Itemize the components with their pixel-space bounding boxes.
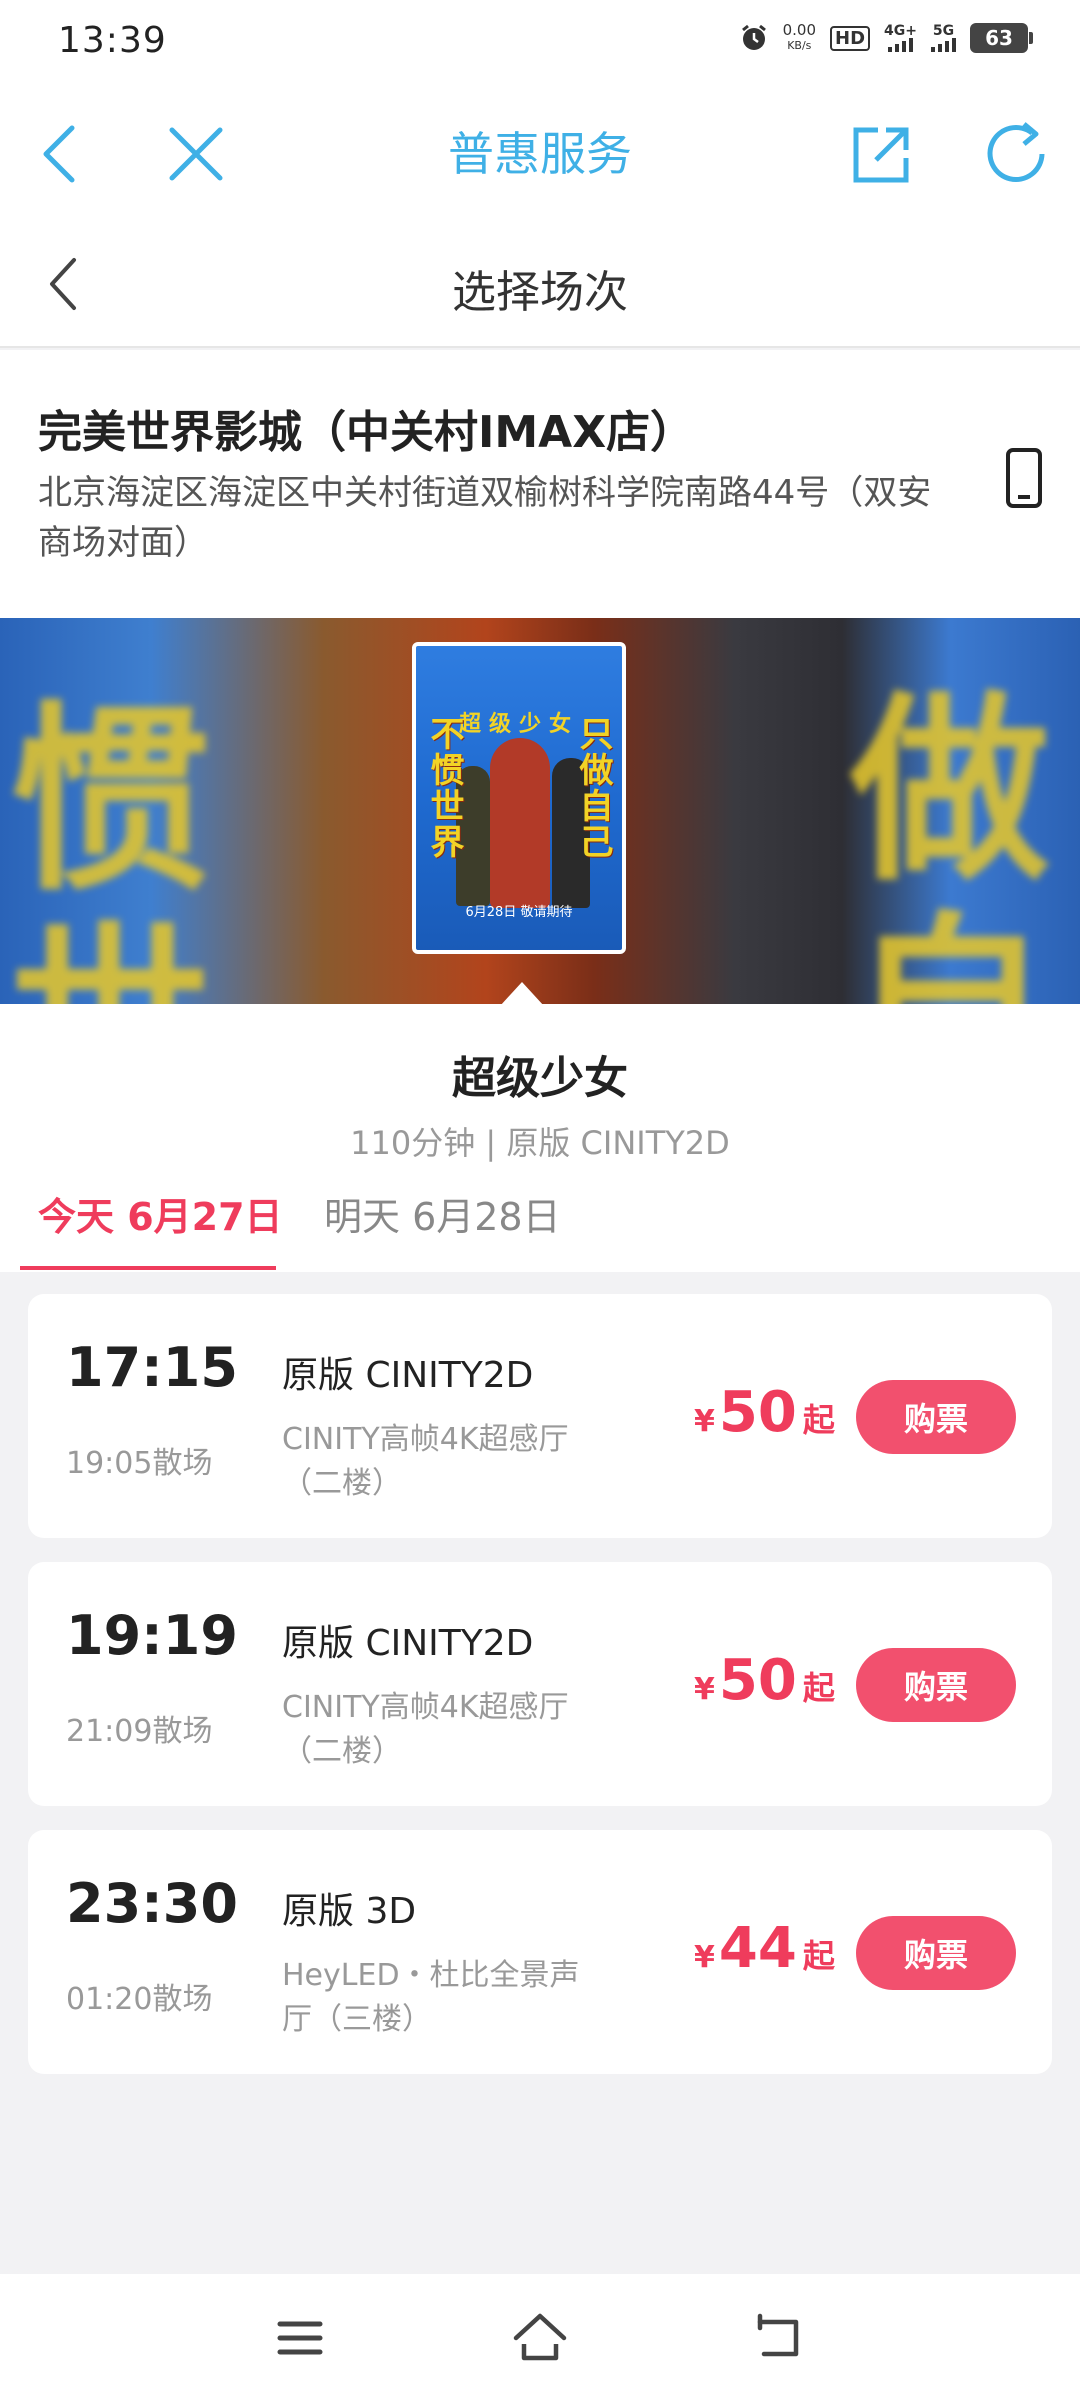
- cinema-name: 完美世界影城（中关村IMAX店）: [38, 407, 695, 458]
- price-value: 50: [718, 1380, 797, 1445]
- movie-banner: 惯 世 做 自 超级少女 不惯世界 只做自己 6月28日 敬请期待: [0, 618, 1080, 1004]
- showtime-card[interactable]: 19:19 21:09散场 原版 CINITY2D CINITY高帧4K超感厅（…: [28, 1562, 1052, 1806]
- phone-icon[interactable]: [1002, 446, 1046, 510]
- buy-ticket-button[interactable]: 购票: [856, 1916, 1016, 1990]
- sub-header: 选择场次: [0, 220, 1080, 348]
- status-icons: 0.00 KB/s HD 4G+ 5G 63: [739, 22, 1033, 54]
- poster-right-text: 只做自己: [573, 716, 613, 860]
- showtime-version: 原版 CINITY2D: [282, 1623, 534, 1664]
- tab-today[interactable]: 今天 6月27日: [38, 1186, 283, 1241]
- battery-icon: 63: [970, 23, 1033, 53]
- showtime-version: 原版 CINITY2D: [282, 1355, 534, 1396]
- showtime-start: 19:19: [66, 1604, 238, 1667]
- movie-info: 超级少女 110分钟 | 原版 CINITY2D 今天 6月27日 明天 6月2…: [0, 1004, 1080, 1272]
- hd-badge: HD: [830, 25, 871, 51]
- share-icon[interactable]: [842, 114, 922, 194]
- net-speed-value: 0.00: [782, 21, 817, 39]
- showtime-end: 19:05散场: [66, 1446, 213, 1481]
- banner-bg-right-2: 自: [850, 848, 1050, 1004]
- showtime-hall: CINITY高帧4K超感厅（二楼）: [282, 1422, 569, 1501]
- net-speed: 0.00 KB/s: [783, 22, 816, 54]
- network-5g-label: 5G: [932, 23, 955, 39]
- showtime-end: 01:20散场: [66, 1982, 213, 2017]
- page-title: 选择场次: [452, 267, 628, 318]
- return-icon[interactable]: [750, 2308, 810, 2368]
- home-icon[interactable]: [510, 2308, 570, 2368]
- movie-poster[interactable]: 超级少女 不惯世界 只做自己 6月28日 敬请期待: [412, 642, 626, 954]
- poster-left-text: 不惯世界: [424, 716, 464, 860]
- showtime-start: 23:30: [66, 1872, 238, 1935]
- status-time: 13:39: [58, 20, 167, 61]
- showtime-start: 17:15: [66, 1336, 238, 1399]
- poster-date: 6月28日 敬请期待: [465, 905, 573, 920]
- buy-ticket-button[interactable]: 购票: [856, 1648, 1016, 1722]
- banner-bg-left-2: 世: [10, 858, 210, 1004]
- showtime-hall: HeyLED・杜比全景声厅（三楼）: [282, 1958, 580, 2037]
- menu-icon[interactable]: [270, 2308, 330, 2368]
- cinema-info: 完美世界影城（中关村IMAX店） 北京海淀区海淀区中关村街道双榆树科学院南路44…: [0, 350, 1080, 618]
- system-nav-bar: [0, 2274, 1080, 2400]
- signal-4g: 4G+: [884, 24, 917, 52]
- tab-underline: [20, 1266, 276, 1270]
- poster-figure: [490, 738, 550, 908]
- signal-bars-icon: [888, 38, 914, 52]
- net-speed-unit: KB/s: [787, 39, 812, 52]
- buy-ticket-button[interactable]: 购票: [856, 1380, 1016, 1454]
- status-bar: 13:39 0.00 KB/s HD 4G+ 5G 63: [0, 0, 1080, 84]
- price-suffix: 起: [802, 1669, 835, 1707]
- showtime-list: 17:15 19:05散场 原版 CINITY2D CINITY高帧4K超感厅（…: [28, 1294, 1052, 2098]
- poster-pointer: [500, 982, 544, 1004]
- movie-meta: 110分钟 | 原版 CINITY2D: [350, 1124, 730, 1162]
- cinema-address: 北京海淀区海淀区中关村街道双榆树科学院南路44号（双安商场对面）: [38, 473, 932, 563]
- refresh-icon[interactable]: [976, 114, 1056, 194]
- price-suffix: 起: [802, 1937, 835, 1975]
- showtime-hall: CINITY高帧4K超感厅（二楼）: [282, 1690, 569, 1769]
- tab-tomorrow[interactable]: 明天 6月28日: [324, 1186, 561, 1241]
- showtime-price: ¥ 44 起: [694, 1916, 835, 1981]
- showtime-end: 21:09散场: [66, 1714, 213, 1749]
- nav-bar: 普惠服务: [0, 84, 1080, 220]
- currency-symbol: ¥: [694, 1672, 715, 1707]
- price-value: 50: [718, 1648, 797, 1713]
- currency-symbol: ¥: [694, 1404, 715, 1439]
- price-value: 44: [718, 1916, 797, 1981]
- signal-5g: 5G: [931, 24, 956, 52]
- showtime-card[interactable]: 23:30 01:20散场 原版 3D HeyLED・杜比全景声厅（三楼） ¥ …: [28, 1830, 1052, 2074]
- showtime-price: ¥ 50 起: [694, 1648, 835, 1713]
- page: 13:39 0.00 KB/s HD 4G+ 5G 63 普惠服务 选择场次 完…: [0, 0, 1080, 2400]
- signal-bars-icon: [931, 38, 956, 52]
- movie-title: 超级少女: [452, 1053, 628, 1104]
- showtime-card[interactable]: 17:15 19:05散场 原版 CINITY2D CINITY高帧4K超感厅（…: [28, 1294, 1052, 1538]
- network-4g-label: 4G+: [884, 23, 917, 39]
- showtime-version: 原版 3D: [282, 1891, 417, 1932]
- showtime-price: ¥ 50 起: [694, 1380, 835, 1445]
- alarm-icon: [741, 24, 766, 50]
- price-suffix: 起: [802, 1401, 835, 1439]
- currency-symbol: ¥: [694, 1940, 715, 1975]
